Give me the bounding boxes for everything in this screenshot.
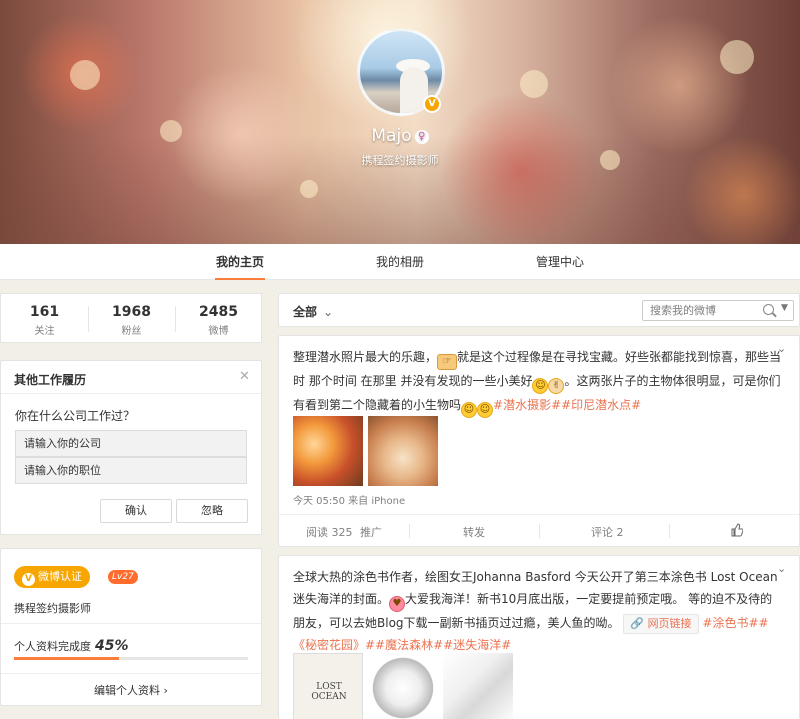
user-name: Majo ♀ [0, 126, 800, 146]
user-title: 携程签约摄影师 [361, 154, 439, 167]
stat-followers-count: 1968 [112, 304, 151, 320]
completion-progress-fill [14, 657, 120, 660]
post-meta: 今天 05:50 来自 iPhone [293, 496, 406, 507]
stat-posts-label: 微博 [208, 326, 229, 337]
completion-progress-bar [14, 657, 248, 660]
filter-all-dropdown[interactable]: 全部 ⌄ [293, 303, 333, 320]
divider [1, 393, 261, 394]
like-thumb-icon[interactable] [731, 523, 743, 537]
divider [279, 514, 799, 515]
divider [409, 524, 410, 538]
tab-management[interactable]: 管理中心 [535, 244, 585, 280]
work-history-card: 其他工作履历 ✕ 你在什么公司工作过？ 请输入你的公司 请输入你的职位 确认 忽… [0, 360, 262, 535]
ignore-button[interactable]: 忽略 [176, 499, 248, 523]
edit-profile-label: 编辑个人资料 [94, 684, 161, 697]
book-cover-title: LOST OCEAN [311, 682, 347, 702]
work-history-title: 其他工作履历 [14, 373, 87, 387]
divider [539, 524, 540, 538]
verified-v-icon: V [22, 573, 35, 586]
verified-badge-icon: V [423, 95, 441, 113]
post-hashtags[interactable]: #潜水摄影##印尼潜水点# [493, 398, 641, 412]
completion-text: 个人资料完成度 [14, 640, 91, 653]
stat-followers-label: 粉丝 [121, 326, 142, 337]
stat-following-label: 关注 [34, 326, 55, 337]
search-box: ▼ [642, 300, 794, 321]
post-text: 整理潜水照片最大的乐趣， ☞ 就是这个过程像是在寻找宝藏。好些张都能找到惊喜，那些当… [293, 346, 783, 418]
caret-down-icon[interactable]: ▼ [781, 303, 788, 313]
post-image[interactable] [293, 416, 363, 486]
divider [1, 673, 261, 674]
company-input[interactable]: 请输入你的公司 [15, 430, 247, 457]
post-image[interactable] [368, 653, 438, 719]
user-name-text: Majo [371, 126, 412, 146]
chevron-down-icon: ⌄ [323, 305, 334, 319]
post-image[interactable]: LOST OCEAN [293, 653, 363, 719]
stat-following[interactable]: 161 关注 [1, 294, 88, 344]
comment-button[interactable]: 评论 2 [591, 524, 624, 540]
cover-bokeh [70, 60, 100, 90]
confirm-button[interactable]: 确认 [100, 499, 172, 523]
profile-info-card: V 微博认证 Lv27 携程签约摄影师 个人资料完成度 45% 编辑个人资料 › [0, 548, 262, 706]
edit-profile-link[interactable]: 编辑个人资料 › [1, 682, 261, 698]
completion-value: 45% [95, 638, 129, 654]
chevron-right-icon: › [163, 684, 168, 697]
stat-posts-count: 2485 [199, 304, 238, 320]
tab-album[interactable]: 我的相册 [375, 244, 425, 280]
promote-button[interactable]: 推广 [360, 524, 382, 540]
level-badge[interactable]: Lv27 [108, 570, 138, 584]
position-input[interactable]: 请输入你的职位 [15, 457, 247, 484]
cover-bokeh [520, 70, 548, 98]
web-link-label: 网页链接 [647, 617, 692, 630]
verify-label: 微博认证 [38, 570, 82, 583]
search-icon[interactable] [763, 304, 774, 315]
stat-following-count: 161 [29, 304, 60, 320]
stat-posts[interactable]: 2485 微博 [175, 294, 262, 344]
work-question: 你在什么公司工作过？ [15, 409, 136, 423]
smirk-emoji-icon: ☺ [477, 402, 494, 418]
profile-title: 携程签约摄影师 [14, 602, 91, 615]
weibo-verify-badge[interactable]: V 微博认证 [14, 566, 90, 588]
stat-followers[interactable]: 1968 粉丝 [88, 294, 175, 344]
female-gender-icon: ♀ [414, 130, 429, 144]
read-count: 阅读 325 [306, 526, 353, 539]
post-text: 全球大热的涂色书作者，绘图女王Johanna Basford 今天公开了第三本涂… [293, 566, 783, 656]
stats-card: 161 关注 1968 粉丝 2485 微博 [0, 293, 262, 343]
divider [1, 623, 261, 624]
victory-hand-icon: ✌ [548, 378, 565, 394]
post-image[interactable] [368, 416, 438, 486]
link-icon: 🔗 [630, 617, 645, 630]
feed-post: ⌄ 整理潜水照片最大的乐趣， ☞ 就是这个过程像是在寻找宝藏。好些张都能找到惊喜，那… [278, 335, 800, 547]
completion-label: 个人资料完成度 45% [14, 638, 129, 654]
cover-bokeh [720, 40, 754, 74]
web-link-chip[interactable]: 🔗 网页链接 [623, 614, 699, 634]
cover-bokeh [300, 180, 318, 198]
pointing-hand-icon: ☞ [437, 354, 458, 370]
post-image[interactable] [443, 653, 513, 719]
tab-home[interactable]: 我的主页 [215, 244, 265, 280]
divider [669, 524, 670, 538]
repost-button[interactable]: 转发 [463, 524, 485, 540]
heart-eyes-emoji-icon: ♥ [389, 596, 406, 612]
profile-nav: 我的主页 我的相册 管理中心 [0, 244, 800, 280]
search-input[interactable] [643, 301, 759, 320]
profile-cover: V Majo ♀ 携程签约摄影师 [0, 0, 800, 244]
feed-filter-bar: 全部 ⌄ ▼ [278, 293, 800, 327]
grin-emoji-icon: ☺ [532, 378, 549, 394]
smile-emoji-icon: ☺ [461, 402, 478, 418]
post-text-segment: 整理潜水照片最大的乐趣， [293, 350, 438, 364]
feed-post: ⌄ 全球大热的涂色书作者，绘图女王Johanna Basford 今天公开了第三… [278, 555, 800, 719]
filter-all-label: 全部 [293, 305, 318, 319]
close-icon[interactable]: ✕ [239, 369, 250, 384]
